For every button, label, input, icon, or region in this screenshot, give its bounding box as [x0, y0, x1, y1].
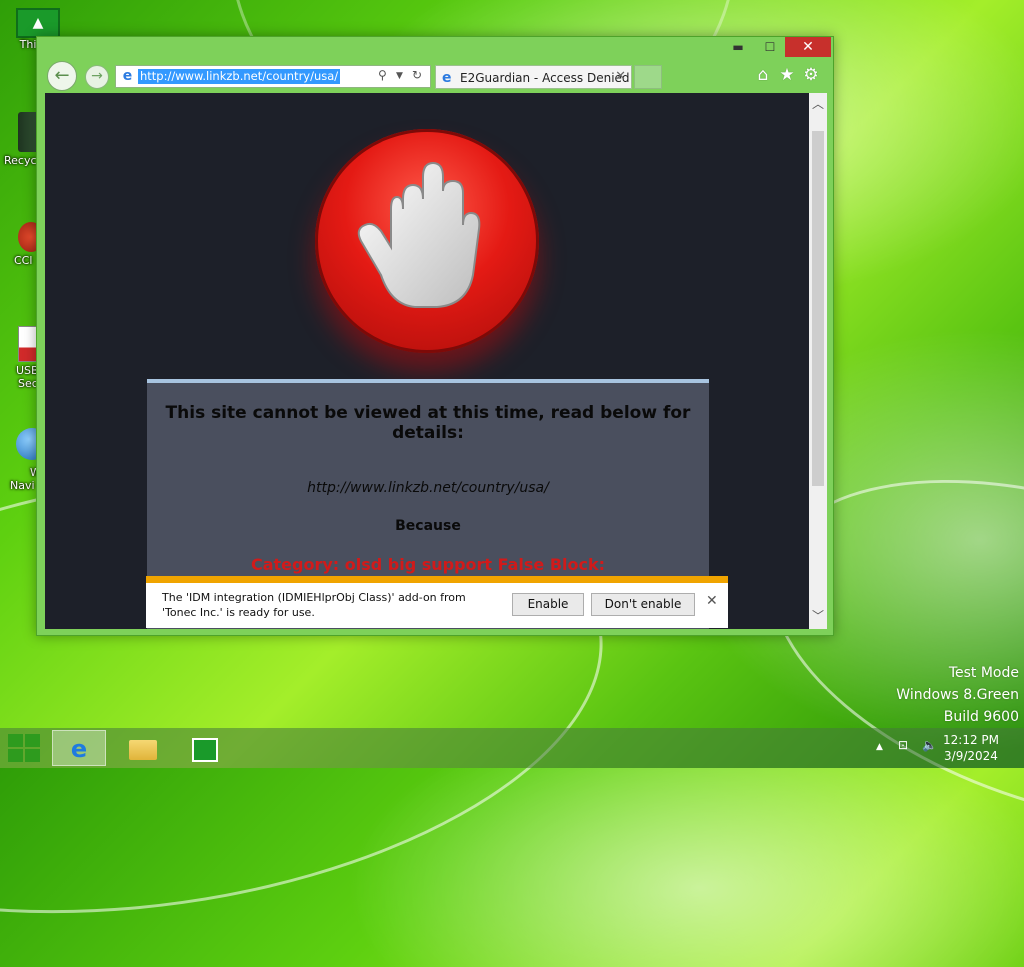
scroll-down-icon[interactable]: ﹀	[809, 607, 827, 625]
watermark-line: Test Mode	[948, 665, 1019, 681]
file-explorer-icon	[129, 739, 157, 760]
scroll-up-icon[interactable]: ︿	[809, 95, 827, 113]
vertical-scrollbar[interactable]: ︿ ﹀	[809, 93, 827, 629]
forward-button[interactable]: →	[85, 65, 109, 89]
minimize-button[interactable]: ▬	[725, 37, 751, 57]
network-icon[interactable]: ⊡	[898, 738, 908, 752]
taskbar-file-explorer[interactable]	[116, 730, 170, 766]
refresh-icon[interactable]: ↻	[412, 68, 422, 82]
test-mode-watermark: Test Mode Windows 8.Green Build 9600	[896, 662, 1019, 728]
volume-muted-icon[interactable]: 🔈	[922, 738, 937, 752]
blocked-url: http://www.linkzb.net/country/usa/	[307, 480, 549, 496]
maximize-button[interactable]: ☐	[757, 37, 783, 57]
taskbar: e ▲ ⊡ 🔈 12:12 PM 3/9/2024	[0, 728, 1024, 768]
watermark-line: Build 9600	[943, 709, 1019, 725]
clock-date: 3/9/2024	[944, 749, 998, 763]
tab-close-button[interactable]: ✕	[615, 69, 626, 84]
taskbar-store[interactable]	[178, 730, 232, 766]
arrow-left-icon: ←	[54, 65, 70, 86]
stop-hand-icon	[315, 129, 539, 353]
address-url[interactable]: http://www.linkzb.net/country/usa/	[138, 69, 341, 84]
addon-notification-bar: The 'IDM integration (IDMIEHlprObj Class…	[146, 576, 728, 628]
dropdown-arrow-icon[interactable]: ▼	[396, 71, 403, 81]
internet-explorer-icon: e	[122, 68, 133, 84]
address-bar[interactable]: e http://www.linkzb.net/country/usa/ ⚲ ▼…	[115, 65, 431, 88]
dont-enable-button[interactable]: Don't enable	[591, 593, 695, 616]
arrow-right-icon: →	[91, 68, 103, 84]
watermark-line: Windows 8.Green	[896, 687, 1019, 703]
search-icon[interactable]: ⚲	[378, 68, 387, 82]
back-button[interactable]: ←	[47, 61, 77, 91]
internet-explorer-icon: e	[70, 735, 88, 763]
new-tab-button[interactable]	[634, 65, 662, 89]
home-icon[interactable]: ⌂	[753, 65, 773, 85]
system-clock[interactable]: 12:12 PM 3/9/2024	[936, 732, 1006, 764]
windows-start-icon[interactable]	[8, 734, 40, 762]
clock-time: 12:12 PM	[943, 733, 999, 747]
block-reason: Category: olsd big support False Block:	[250, 555, 606, 574]
taskbar-internet-explorer[interactable]: e	[52, 730, 106, 766]
scrollbar-thumb[interactable]	[812, 131, 824, 486]
page-viewport: This site cannot be viewed at this time,…	[45, 93, 809, 629]
page-headline: This site cannot be viewed at this time,…	[165, 403, 691, 443]
internet-explorer-icon: e	[442, 70, 452, 86]
because-label: Because	[395, 518, 461, 534]
notification-close-button[interactable]: ✕	[706, 593, 718, 609]
browser-window: ▬ ☐ ✕ ← → e http://www.linkzb.net/countr…	[36, 36, 834, 636]
favorites-star-icon[interactable]: ★	[777, 65, 797, 85]
gear-icon[interactable]: ⚙	[801, 65, 821, 85]
this-pc-icon: ▲	[16, 8, 60, 38]
store-icon	[192, 737, 218, 762]
hand-icon	[357, 161, 481, 308]
tab-title: E2Guardian - Access Denied	[460, 71, 630, 85]
show-hidden-icons-icon[interactable]: ▲	[876, 742, 883, 752]
tab-access-denied[interactable]: e E2Guardian - Access Denied ✕	[435, 65, 632, 89]
close-button[interactable]: ✕	[785, 37, 831, 57]
notification-message: The 'IDM integration (IDMIEHlprObj Class…	[162, 591, 466, 619]
enable-button[interactable]: Enable	[512, 593, 584, 616]
